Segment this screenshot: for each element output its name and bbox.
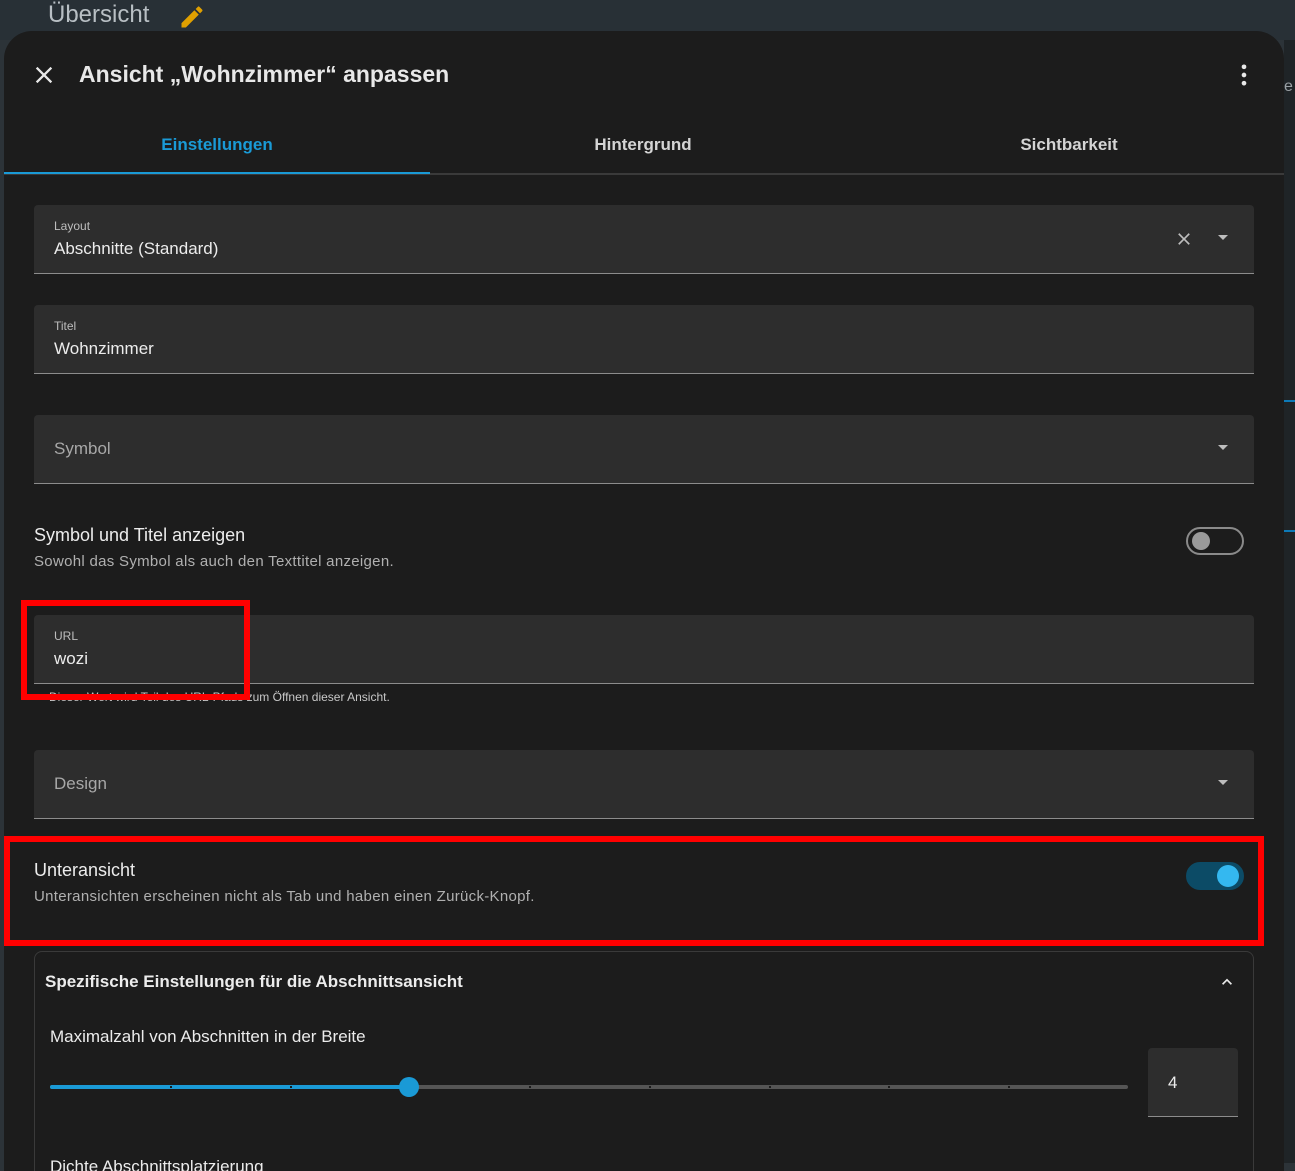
sections-settings-panel: Spezifische Einstellungen für die Abschn…: [34, 951, 1254, 1171]
symbol-select[interactable]: Symbol: [34, 415, 1254, 484]
title-value: Wohnzimmer: [54, 339, 154, 358]
slider-thumb[interactable]: [399, 1077, 419, 1097]
tab-sichtbarkeit[interactable]: Sichtbarkeit: [856, 117, 1282, 173]
slider-tick: [170, 1086, 172, 1088]
clear-icon[interactable]: [1174, 229, 1194, 249]
background-right-text: e: [1284, 78, 1293, 95]
edit-view-dialog: Ansicht „Wohnzimmer“ anpassen Einstellun…: [4, 31, 1284, 1171]
title-label: Titel: [54, 319, 77, 333]
subview-row: Unteransicht Unteransichten erscheinen n…: [34, 860, 1254, 920]
show-symbol-title-toggle[interactable]: [1186, 527, 1244, 555]
tab-bar: Einstellungen Hintergrund Sichtbarkeit: [4, 117, 1284, 175]
layout-label: Layout: [54, 219, 91, 233]
dense-placement-label: Dichte Abschnittsplatzierung: [50, 1157, 264, 1171]
max-columns-value: 4: [1168, 1073, 1178, 1092]
background-divider: [1284, 400, 1295, 402]
slider-tick: [529, 1086, 531, 1088]
max-columns-slider[interactable]: [50, 1077, 1128, 1097]
url-label: URL: [54, 629, 79, 643]
slider-tick: [290, 1086, 292, 1088]
symbol-placeholder: Symbol: [54, 439, 111, 458]
subview-description: Unteransichten erscheinen nicht als Tab …: [34, 888, 535, 905]
url-field[interactable]: URL wozi: [34, 615, 1254, 684]
chevron-down-icon[interactable]: [1218, 780, 1228, 785]
show-symbol-title-description: Sowohl das Symbol als auch den Texttitel…: [34, 553, 394, 570]
sections-settings-title[interactable]: Spezifische Einstellungen für die Abschn…: [45, 972, 463, 992]
layout-select[interactable]: Layout Abschnitte (Standard): [34, 205, 1254, 274]
chevron-up-icon[interactable]: [1217, 972, 1237, 992]
slider-tick: [649, 1086, 651, 1088]
design-select[interactable]: Design: [34, 750, 1254, 819]
close-icon[interactable]: [30, 61, 58, 89]
show-symbol-title-label: Symbol und Titel anzeigen: [34, 525, 246, 545]
dialog-header: Ansicht „Wohnzimmer“ anpassen: [4, 31, 1284, 117]
background-page-title: Übersicht: [48, 1, 150, 28]
tab-hintergrund[interactable]: Hintergrund: [430, 117, 856, 173]
toggle-knob: [1192, 532, 1210, 550]
chevron-down-icon[interactable]: [1218, 235, 1228, 240]
background-right-panel: [1284, 40, 1295, 1163]
show-symbol-title-row: Symbol und Titel anzeigen Sowohl das Sym…: [34, 525, 1254, 585]
subview-label: Unteransicht: [34, 860, 136, 880]
background-divider: [1284, 530, 1295, 532]
slider-tick: [769, 1086, 771, 1088]
max-columns-input[interactable]: 4: [1148, 1048, 1238, 1117]
slider-tick: [1008, 1086, 1010, 1088]
title-field[interactable]: Titel Wohnzimmer: [34, 305, 1254, 374]
slider-fill: [50, 1085, 409, 1089]
design-placeholder: Design: [54, 774, 107, 793]
chevron-down-icon[interactable]: [1218, 445, 1228, 450]
toggle-knob: [1217, 865, 1239, 887]
active-tab-indicator: [4, 172, 430, 174]
slider-tick: [888, 1086, 890, 1088]
url-helper-text: Dieser Wert wird Teil des URL-Pfads zum …: [49, 690, 390, 704]
subview-toggle[interactable]: [1186, 862, 1244, 890]
tab-einstellungen[interactable]: Einstellungen: [4, 117, 430, 173]
more-vertical-icon[interactable]: [1230, 61, 1258, 89]
layout-value: Abschnitte (Standard): [54, 239, 219, 258]
max-columns-label: Maximalzahl von Abschnitten in der Breit…: [50, 1027, 366, 1046]
dialog-title: Ansicht „Wohnzimmer“ anpassen: [79, 61, 450, 87]
url-value: wozi: [54, 649, 89, 668]
pencil-icon[interactable]: [178, 3, 206, 31]
